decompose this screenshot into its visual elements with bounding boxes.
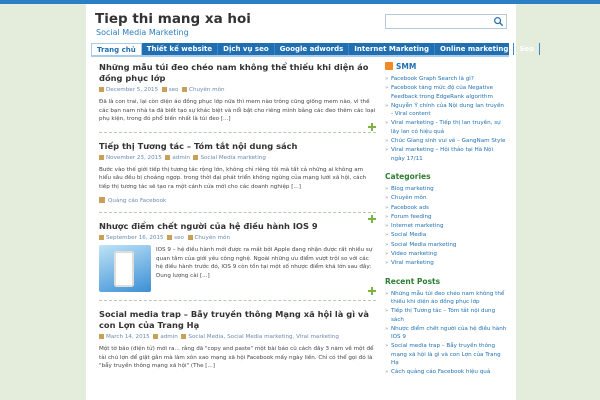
post-category-link[interactable]: Chuyên môn: [195, 235, 231, 241]
smm-list: Facebook Graph Search là gì? Facebook tă…: [385, 75, 507, 163]
post-divider: [99, 300, 376, 301]
category-link[interactable]: Facebook ads: [385, 204, 507, 213]
tag-icon: [99, 197, 105, 203]
calendar-icon: [99, 154, 104, 160]
post-divider: [99, 131, 376, 133]
post-thumbnail[interactable]: [99, 245, 151, 292]
folder-icon: [182, 87, 188, 92]
post-category-link[interactable]: Chuyên môn: [189, 87, 225, 93]
folder-icon: [193, 154, 199, 160]
post-excerpt: Một tờ báo (điện tử) mới ra... rằng đã "…: [99, 346, 374, 369]
folder-icon: [181, 334, 187, 339]
user-icon: [167, 235, 173, 240]
category-link[interactable]: Blog marketing: [385, 185, 507, 194]
smm-link[interactable]: Facebook Graph Search là gì?: [385, 75, 507, 84]
category-link[interactable]: Internet marketing: [385, 222, 507, 231]
smm-link[interactable]: Facebook tăng mức độ của Negative Feedba…: [385, 84, 507, 101]
site-description: Social Media Marketing: [96, 28, 189, 37]
post-item: Những mẫu túi đeo chéo nam không thể thi…: [99, 62, 376, 133]
post-author-link[interactable]: seo: [169, 87, 179, 93]
post-item: Nhược điểm chết người của hệ điều hành I…: [99, 221, 376, 301]
nav-item-web-design[interactable]: Thiết kế website: [142, 43, 219, 55]
calendar-icon: [99, 334, 104, 339]
user-icon: [153, 334, 159, 339]
category-link[interactable]: Forum feeding: [385, 213, 507, 222]
post-title-link[interactable]: Social media trap – Bẫy truyền thông Mạn…: [99, 309, 376, 331]
category-link[interactable]: Chuyên môn: [385, 194, 507, 203]
read-more-icon[interactable]: [368, 123, 376, 131]
nav-item-google-adwords[interactable]: Google adwords: [275, 43, 350, 55]
post-meta: December 5, 2015 seo Chuyên môn: [99, 86, 376, 95]
nav-item-online-marketing[interactable]: Online marketing: [435, 43, 515, 55]
smm-link[interactable]: Viral marketing – Hội thảo tại Hà Nội ng…: [385, 146, 507, 163]
post-author-link[interactable]: seo: [174, 235, 184, 241]
post-date: September 16, 2015: [106, 235, 164, 241]
post-divider: [99, 212, 376, 213]
post-author-link[interactable]: admin: [172, 155, 190, 161]
sidebar: SMM Facebook Graph Search là gì? Faceboo…: [385, 62, 507, 400]
post-excerpt: Đã là con trai, lại còn diện áo đồng phụ…: [99, 99, 376, 122]
post-item: Tiếp thị Tương tác – Tóm tắt nội dung sá…: [99, 141, 376, 223]
smm-link[interactable]: Viral marketing - Tiếp thị lan truyền, s…: [385, 119, 507, 136]
nav-item-internet-marketing[interactable]: Internet Marketing: [349, 43, 436, 55]
post-tag-link[interactable]: Quảng cáo Facebook: [108, 198, 166, 204]
post-date: December 5, 2015: [106, 87, 159, 93]
post-date: March 14, 2015: [106, 334, 150, 340]
post-item: Social media trap – Bẫy truyền thông Mạn…: [99, 309, 376, 371]
post-excerpt: Bước vào thế giới tiếp thị tương tác rộn…: [99, 166, 367, 190]
post-meta: March 14, 2015 admin Social Media, Socia…: [99, 333, 376, 342]
post-title-link[interactable]: Nhược điểm chết người của hệ điều hành I…: [99, 221, 376, 232]
post-author-link[interactable]: admin: [160, 334, 178, 340]
nav-item-home[interactable]: Trang chủ: [91, 43, 142, 55]
site-title[interactable]: Tiep thi mang xa hoi: [95, 11, 251, 27]
nav-item-seo[interactable]: Seo: [514, 43, 540, 55]
category-link[interactable]: Video marketing: [385, 250, 507, 259]
recent-post-link[interactable]: Cách quảng cáo Facebook hiệu quả: [385, 368, 507, 377]
nav-item-seo-service[interactable]: Dịch vụ seo: [218, 43, 275, 55]
share-row: Quảng cáo Facebook: [99, 197, 376, 204]
recent-post-link[interactable]: Social media trap – Bẫy truyền thông mạn…: [385, 342, 507, 367]
calendar-icon: [99, 87, 104, 92]
smm-link[interactable]: Chúc Giang sinh vui vẻ – GangNam Style: [385, 137, 507, 146]
category-link[interactable]: Viral marketing: [385, 259, 507, 268]
rss-icon[interactable]: [385, 62, 393, 70]
post-meta: September 16, 2015 seo Chuyên môn: [99, 234, 376, 243]
post-meta: November 23, 2015 admin Social Media mar…: [99, 154, 376, 163]
user-icon: [161, 87, 167, 92]
post-date: November 23, 2015: [106, 154, 162, 161]
category-link[interactable]: Social Media marketing: [385, 241, 507, 250]
user-icon: [165, 154, 171, 160]
search-icon[interactable]: [493, 16, 504, 27]
post-category-link[interactable]: Social Media marketing: [200, 155, 265, 161]
post-title-link[interactable]: Những mẫu túi đeo chéo nam không thể thi…: [99, 62, 376, 84]
post-category-link[interactable]: Social Media, Social Media marketing, Vi…: [188, 334, 339, 340]
recent-posts-list: Những mẫu túi đeo chéo nam không thể thi…: [385, 290, 507, 377]
post-title-link[interactable]: Tiếp thị Tương tác – Tóm tắt nội dung sá…: [99, 141, 376, 152]
main-navigation: Trang chủ Thiết kế website Dịch vụ seo G…: [91, 43, 540, 57]
smm-widget-heading[interactable]: SMM: [385, 62, 507, 71]
categories-list: Blog marketing Chuyên môn Facebook ads F…: [385, 185, 507, 268]
read-more-icon[interactable]: [368, 287, 376, 295]
recent-post-link[interactable]: Tiếp thị Tương tác – Tóm tắt nội dung sá…: [385, 307, 507, 324]
recent-posts-heading: Recent Posts: [385, 276, 441, 286]
calendar-icon: [99, 235, 104, 240]
smm-heading-label: SMM: [396, 62, 417, 71]
recent-post-link[interactable]: Nhược điểm chết người của hệ điều hành I…: [385, 325, 507, 342]
recent-post-link[interactable]: Những mẫu túi đeo chéo nam không thể thi…: [385, 290, 507, 307]
category-link[interactable]: Social Media: [385, 231, 507, 240]
categories-heading: Categories: [385, 171, 431, 181]
search-input[interactable]: [385, 14, 507, 29]
folder-icon: [187, 235, 193, 240]
smm-link[interactable]: Nguyễn Ý chính của Nội dung lan truyền -…: [385, 102, 507, 119]
main-content: Những mẫu túi đeo chéo nam không thể thi…: [99, 62, 376, 400]
